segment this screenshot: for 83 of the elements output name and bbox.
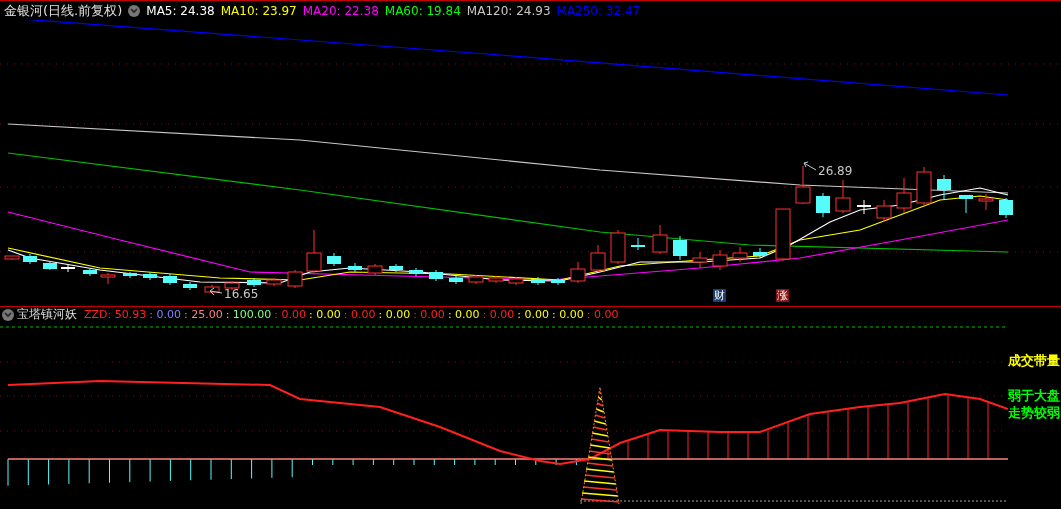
candlestick [247, 277, 261, 288]
candlestick [610, 229, 626, 265]
indicator-title: 宝塔镇河妖 [17, 306, 77, 323]
indicator-value: : 100.00 [225, 308, 272, 321]
candlestick [652, 224, 668, 255]
candlestick [287, 269, 303, 289]
indicator-value: : 0.00 [149, 308, 181, 321]
candlestick [896, 177, 912, 214]
candlestick [590, 244, 606, 273]
candlestick [857, 199, 871, 215]
candlestick [488, 275, 504, 284]
indicator-value: : 0.00 [517, 308, 549, 321]
candlestick [753, 247, 767, 259]
candlestick [816, 192, 830, 218]
candlestick [123, 271, 137, 279]
ma-value: MA60: 19.84 [384, 3, 461, 18]
candlestick [570, 261, 586, 284]
candlestick [327, 252, 341, 267]
candlestick [673, 235, 687, 261]
indicator-value: : 25.00 [183, 308, 223, 321]
candlestick [732, 246, 748, 263]
indicator-value: : 0.00 [343, 308, 376, 321]
stock-title: 金银河(日线.前复权) [4, 1, 123, 20]
indicator-value: : 0.00 [482, 308, 515, 321]
candlestick [551, 277, 565, 286]
high-price-label: 26.89 [818, 164, 853, 178]
ma-value: MA250: 32.47 [556, 3, 641, 18]
candlestick [692, 251, 708, 269]
candlestick [531, 276, 545, 286]
indicator-value: : 0.00 [552, 308, 584, 321]
dropdown-icon[interactable] [2, 308, 14, 321]
candlestick [631, 237, 645, 251]
candlestick [775, 208, 791, 262]
candlestick [204, 284, 220, 294]
indicator-value: : 0.00 [447, 308, 480, 321]
low-arrow-icon [209, 287, 223, 296]
candlestick [937, 174, 951, 200]
high-arrow-icon [803, 161, 817, 171]
low-price-label: 16.65 [224, 287, 259, 301]
candlestick [449, 275, 463, 285]
indicator-value: : 0.00 [309, 308, 341, 321]
signal-label: 成交带量 [1008, 352, 1061, 369]
candlestick [835, 179, 851, 214]
candlestick [978, 193, 994, 211]
indicator-value: ZZD: 50.93 [84, 308, 147, 321]
ma-value: MA120: 24.93 [466, 3, 551, 18]
event-marker[interactable]: 涨 [776, 289, 789, 302]
candlestick [367, 263, 383, 276]
candlestick [83, 267, 97, 277]
candlestick [61, 264, 75, 273]
indicator-value: : 0.00 [586, 308, 619, 321]
signal-label: 弱于大盘 [1008, 387, 1061, 404]
candlestick [266, 277, 282, 287]
candlestick [959, 194, 973, 214]
candlestick [389, 263, 403, 273]
indicator-value: : 0.00 [413, 308, 445, 321]
candlestick [163, 273, 177, 286]
candlestick [348, 262, 362, 273]
candlestick [999, 197, 1013, 219]
candlestick [306, 229, 322, 274]
candlestick [916, 166, 932, 207]
candlestick [23, 253, 37, 265]
ma-value: MA20: 22.38 [302, 3, 379, 18]
ma-value: MA10: 23.97 [220, 3, 297, 18]
indicator-value: : 0.00 [378, 308, 411, 321]
candlestick [183, 281, 197, 291]
candlestick [43, 260, 57, 271]
indicator-value: : 0.00 [274, 308, 307, 321]
candlestick [795, 165, 811, 205]
candlestick [224, 280, 240, 291]
event-marker[interactable]: 财 [713, 289, 726, 302]
candlestick [100, 272, 116, 285]
candlestick [4, 255, 20, 261]
signal-label: 走势较弱 [1008, 404, 1061, 421]
candlestick [876, 199, 892, 223]
candlestick [143, 271, 157, 281]
candlestick [409, 267, 423, 277]
candlestick [429, 269, 443, 282]
dropdown-icon[interactable] [128, 4, 141, 17]
candlestick [712, 249, 728, 271]
candlestick [508, 276, 524, 286]
candlestick [468, 274, 484, 285]
ma-value: MA5: 24.38 [146, 3, 215, 18]
